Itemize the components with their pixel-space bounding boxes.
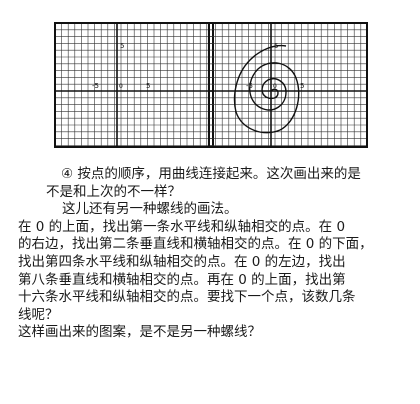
text-line: 这样画出来的图案，是不是另一种螺线？	[18, 324, 261, 341]
text-line: 十六条水平线和纵轴相交的点。要找下一个点，该数几条	[18, 289, 356, 306]
text-line: 在 0 的上面，找出第一条水平线和纵轴相交的点。在 0	[18, 218, 346, 235]
grid-lines	[209, 23, 367, 147]
text-line: 找出第四条水平线和纵轴相交的点。在 0 的左边，找出	[18, 253, 346, 270]
spiral-curve	[233, 44, 300, 134]
text-line: 线呢？	[18, 306, 59, 323]
axis-label-top: 5	[120, 42, 124, 50]
grid-figure-right: 5 -5 5 0	[208, 22, 368, 148]
spiral-path	[233, 44, 300, 134]
text-line: ④ 按点的顺序，用曲线连接起来。这次画出来的是	[61, 166, 361, 182]
text-line: 不是和上次的不一样？	[46, 183, 181, 200]
axis-label-origin: 0	[119, 83, 123, 90]
grid-chart-left: 5 -5 5 0	[54, 22, 214, 148]
body-text: ④ 按点的顺序，用曲线连接起来。这次画出来的是 不是和上次的不一样？ 这儿还有另…	[0, 166, 420, 342]
axis-label-right: 5	[300, 82, 304, 90]
axis-label-right: 5	[146, 82, 150, 90]
grid-chart-right: 5 -5 5 0	[208, 22, 368, 148]
axis-label-left: -5	[92, 82, 99, 90]
axis-label-top: 5	[274, 42, 278, 50]
text-line: 的右边，找出第二条垂直线和横轴相交的点。在 0 的下面，	[18, 236, 373, 253]
axis-label-origin: 0	[273, 83, 277, 90]
grid-figure-left: 5 -5 5 0	[54, 22, 214, 148]
text-line: 第八条垂直线和横轴相交的点。再在 0 的上面，找出第	[18, 271, 346, 288]
grid-lines	[55, 23, 213, 147]
axis-label-left: -5	[246, 82, 253, 90]
text-line: 这儿还有另一种螺线的画法。	[62, 201, 238, 218]
